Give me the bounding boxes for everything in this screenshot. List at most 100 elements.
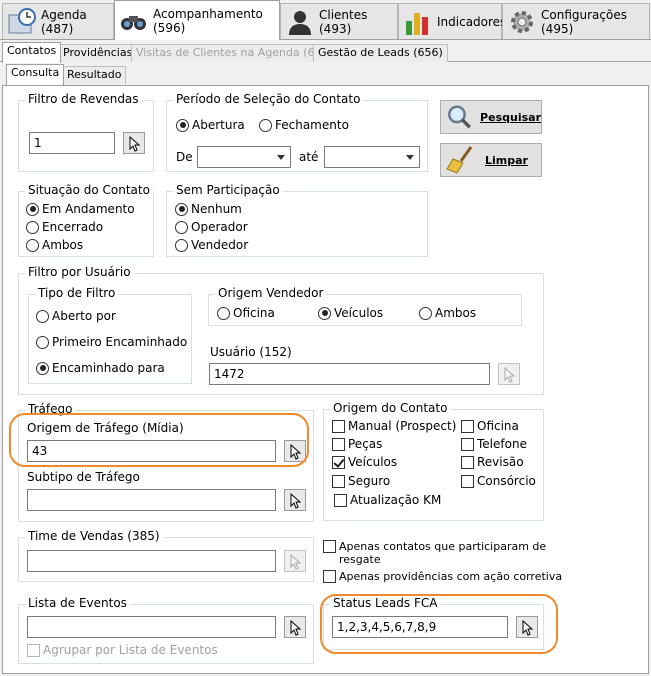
check-seguro-label: Seguro: [348, 474, 391, 488]
tab-indicadores[interactable]: Indicadores: [398, 3, 506, 39]
radio-encaminhado-para[interactable]: Encaminhado para: [36, 361, 165, 375]
bar-chart-icon: [406, 12, 428, 35]
radio-ambos-vendedor[interactable]: Ambos: [419, 306, 476, 320]
radio-aberto-por[interactable]: Aberto por: [36, 309, 116, 323]
tab-agenda[interactable]: Agenda (487): [2, 3, 114, 39]
check-revisao[interactable]: Revisão: [461, 455, 524, 469]
tab-agenda-label: Agenda (487): [41, 7, 87, 36]
radio-nenhum[interactable]: Nenhum: [175, 202, 242, 216]
person-icon: [289, 10, 311, 35]
check-veiculos[interactable]: Veículos: [332, 455, 397, 469]
check-veiculos-label: Veículos: [348, 455, 398, 469]
gear-icon: [511, 10, 533, 33]
radio-ambos-situacao[interactable]: Ambos: [26, 238, 83, 252]
radio-em-andamento-label: Em Andamento: [42, 202, 135, 216]
radio-em-andamento[interactable]: Em Andamento: [26, 202, 135, 216]
radio-encaminhado-para-label: Encaminhado para: [52, 361, 165, 375]
magnifier-icon: [447, 105, 471, 129]
tab-clientes[interactable]: Clientes (493): [280, 3, 398, 39]
radio-dot: [259, 118, 272, 132]
subtipo-trafego-pick-button[interactable]: [284, 489, 306, 511]
pesquisar-button[interactable]: Pesquisar: [440, 100, 542, 134]
origem-contato-title: Origem do Contato: [330, 401, 451, 415]
check-telefone[interactable]: Telefone: [461, 437, 527, 451]
radio-oficina-vendedor-label: Oficina: [233, 306, 275, 320]
check-seguro[interactable]: Seguro: [332, 474, 390, 488]
check-telefone-label: Telefone: [477, 437, 527, 451]
periodo-title: Período de Seleção do Contato: [173, 92, 364, 106]
check-acao-corretiva-label: Apenas providências com ação corretiva: [339, 570, 563, 583]
chevron-down-icon: [277, 155, 285, 160]
cursor-icon: [129, 136, 141, 152]
check-agrupar-eventos-label: Agrupar por Lista de Eventos: [43, 643, 218, 657]
tab-gestao-leads[interactable]: Gestão de Leads (656): [313, 44, 448, 62]
tab-configuracoes[interactable]: Configurações (495): [502, 3, 650, 39]
sem-participacao-title: Sem Participação: [173, 183, 283, 197]
filtro-usuario-title: Filtro por Usuário: [25, 265, 134, 279]
revenda-input[interactable]: 1: [29, 132, 115, 154]
inner-tab-bar: Consulta Resultado: [2, 64, 649, 86]
de-label: De: [176, 150, 193, 164]
date-from-select[interactable]: [197, 146, 291, 168]
radio-encerrado-label: Encerrado: [42, 220, 104, 234]
situacao-title: Situação do Contato: [25, 183, 153, 197]
checkbox: [332, 419, 345, 433]
radio-primeiro-encaminhado-label: Primeiro Encaminhado: [52, 335, 188, 349]
filtro-revendas-title: Filtro de Revendas: [25, 92, 142, 106]
radio-dot: [36, 335, 49, 349]
radio-ambos-situacao-label: Ambos: [42, 238, 84, 252]
usuario-input[interactable]: 1472: [209, 363, 490, 385]
clock-icon: [8, 7, 36, 33]
radio-dot: [26, 238, 39, 252]
radio-dot: [36, 361, 49, 375]
time-vendas-input[interactable]: [27, 550, 276, 572]
tab-acompanhamento[interactable]: Acompanhamento (596): [114, 0, 280, 40]
radio-operador[interactable]: Operador: [175, 220, 248, 234]
check-resgate-text: Apenas contatos que participaram de resga…: [339, 540, 546, 566]
tab-visitas: Visitas de Clientes na Agenda (651): [131, 44, 338, 62]
secondary-tab-bar: Contatos Providências Visitas de Cliente…: [0, 42, 651, 63]
radio-dot: [36, 309, 49, 323]
cursor-icon: [504, 367, 516, 383]
limpar-label: Limpar: [485, 153, 528, 167]
check-agrupar-eventos: Agrupar por Lista de Eventos: [27, 643, 218, 657]
checkbox: [323, 540, 336, 553]
lista-eventos-pick-button[interactable]: [284, 616, 306, 638]
radio-veiculos-vendedor[interactable]: Veículos: [318, 306, 383, 320]
radio-vendedor[interactable]: Vendedor: [175, 238, 248, 252]
revenda-pick-button[interactable]: [123, 132, 145, 154]
check-consorcio[interactable]: Consórcio: [461, 474, 536, 488]
tab-providencias[interactable]: Providências: [58, 44, 138, 62]
check-pecas-label: Peças: [348, 437, 383, 451]
subtipo-trafego-label: Subtipo de Tráfego: [27, 470, 140, 484]
radio-encerrado[interactable]: Encerrado: [26, 220, 103, 234]
tab-contatos[interactable]: Contatos: [2, 42, 62, 63]
check-resgate[interactable]: Apenas contatos que participaram de resga…: [323, 540, 546, 566]
check-pecas[interactable]: Peças: [332, 437, 382, 451]
check-resgate-label-2: resgate: [339, 553, 381, 566]
radio-oficina-vendedor[interactable]: Oficina: [217, 306, 275, 320]
checkbox: [332, 437, 345, 451]
cursor-icon: [290, 620, 302, 636]
radio-veiculos-vendedor-label: Veículos: [334, 306, 384, 320]
check-atualizacao-km[interactable]: Atualização KM: [334, 493, 441, 507]
radio-dot: [175, 220, 188, 234]
check-manual[interactable]: Manual (Prospect): [332, 419, 456, 433]
highlight-origem-trafego: [9, 413, 309, 467]
radio-abertura[interactable]: Abertura: [176, 118, 245, 132]
check-acao-corretiva[interactable]: Apenas providências com ação corretiva: [323, 570, 562, 583]
checkbox: [461, 474, 474, 488]
radio-ambos-vendedor-label: Ambos: [435, 306, 477, 320]
date-to-select[interactable]: [324, 146, 420, 168]
check-oficina[interactable]: Oficina: [461, 419, 519, 433]
ate-label: até: [299, 150, 319, 164]
limpar-button[interactable]: Limpar: [440, 143, 542, 177]
radio-fechamento[interactable]: Fechamento: [259, 118, 349, 132]
binoculars-icon: [121, 15, 146, 30]
subtipo-trafego-input[interactable]: [27, 489, 276, 511]
tab-resultado[interactable]: Resultado: [62, 66, 127, 84]
tab-consulta[interactable]: Consulta: [6, 64, 65, 85]
lista-eventos-input[interactable]: [27, 616, 276, 638]
checkbox-checked: [332, 455, 345, 469]
radio-primeiro-encaminhado[interactable]: Primeiro Encaminhado: [36, 335, 187, 349]
